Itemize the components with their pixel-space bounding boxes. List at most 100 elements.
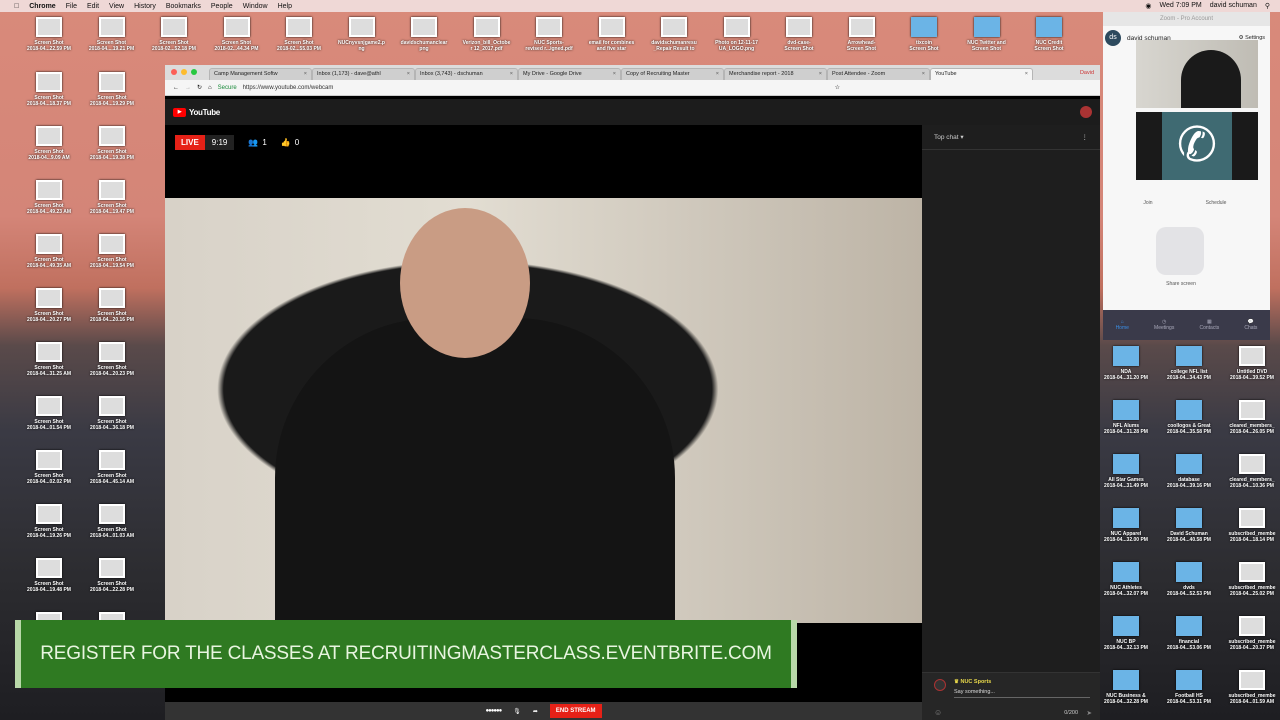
end-stream-button[interactable]: END STREAM bbox=[549, 704, 602, 718]
desktop-icon[interactable]: Screen Shot 2018-04...19.38 PM bbox=[81, 126, 143, 161]
zoom-nav-meetings[interactable]: ◷ Meetings bbox=[1154, 319, 1174, 331]
desktop-icon[interactable]: subscribed_membe 2018-04...25.02 PM bbox=[1221, 562, 1280, 597]
desktop-icon[interactable]: database 2018-04...39.16 PM bbox=[1158, 454, 1220, 489]
desktop-icon[interactable]: davidschumanresu _Repair Result to bbox=[643, 17, 705, 52]
desktop-icon[interactable]: Screen Shot 2018-04...19.48 PM bbox=[18, 558, 80, 593]
more-options-icon[interactable]: ⋮ bbox=[1082, 133, 1089, 141]
desktop-icon[interactable]: Screen Shot 2018-04...22.28 PM bbox=[81, 558, 143, 593]
close-tab-icon[interactable]: × bbox=[716, 71, 719, 78]
desktop-icon[interactable]: financial 2018-04...53.06 PM bbox=[1158, 616, 1220, 651]
zoom-share-screen-button[interactable]: Share screen bbox=[1156, 227, 1206, 287]
emoji-icon[interactable]: ☺ bbox=[934, 708, 942, 717]
zoom-nav-home[interactable]: ⌂ Home bbox=[1116, 319, 1129, 331]
desktop-icon[interactable]: NUC Apparel 2018-04...32.00 PM bbox=[1095, 508, 1157, 543]
desktop-icon[interactable]: Screen Shot 2018-04...01.54 PM bbox=[18, 396, 80, 431]
zoom-join-button[interactable]: Join bbox=[1123, 200, 1173, 206]
desktop-icon[interactable]: Photo on 12-11-17 UA_LOGO.png bbox=[706, 17, 768, 52]
bookmark-star-icon[interactable]: ☆ bbox=[835, 84, 840, 91]
desktop-icon[interactable]: tixcoin Screen Shot bbox=[893, 17, 955, 52]
desktop-icon[interactable]: Screen Shot 2018-04...49.23 AM bbox=[18, 180, 80, 215]
menu-history[interactable]: History bbox=[134, 3, 156, 10]
zoom-nav-chats[interactable]: 💬 Chats bbox=[1244, 319, 1257, 331]
menu-clock[interactable]: Wed 7:09 PM bbox=[1159, 2, 1201, 10]
desktop-icon[interactable]: Screen Shot 2018-04...45.14 AM bbox=[81, 450, 143, 485]
menu-edit[interactable]: Edit bbox=[87, 3, 99, 10]
browser-tab[interactable]: My Drive - Google Drive × bbox=[518, 68, 621, 80]
desktop-icon[interactable]: Screen Shot 2018-02...55.03 PM bbox=[268, 17, 330, 52]
url-input[interactable]: https://www.youtube.com/webcam bbox=[243, 85, 829, 91]
desktop-icon[interactable]: Screen Shot 2018-04...20.16 PM bbox=[81, 288, 143, 323]
profile-button[interactable]: David bbox=[1080, 70, 1094, 76]
microphone-icon[interactable]: 🎙 bbox=[513, 708, 521, 715]
close-tab-icon[interactable]: × bbox=[819, 71, 822, 78]
menu-file[interactable]: File bbox=[66, 3, 77, 10]
desktop-icon[interactable]: NUC BP 2018-04...32.13 PM bbox=[1095, 616, 1157, 651]
desktop-icon[interactable]: Screen Shot 2018-04...19.54 PM bbox=[81, 234, 143, 269]
close-tab-icon[interactable]: × bbox=[510, 71, 513, 78]
desktop-icon[interactable]: coollogos & Great 2018-04...35.58 PM bbox=[1158, 400, 1220, 435]
desktop-icon[interactable]: Screen Shot 2018-02...52.18 PM bbox=[143, 17, 205, 52]
desktop-icon[interactable]: All Star Games 2018-04...31.49 PM bbox=[1095, 454, 1157, 489]
desktop-icon[interactable]: Screen Shot 2018-04...19.26 PM bbox=[18, 504, 80, 539]
wifi-icon[interactable]: ◉ bbox=[1145, 2, 1151, 10]
desktop-icon[interactable]: NUC Athletes 2018-04...32.07 PM bbox=[1095, 562, 1157, 597]
menu-people[interactable]: People bbox=[211, 3, 233, 10]
desktop-icon[interactable]: Screen Shot 2018-04...19.29 PM bbox=[81, 72, 143, 107]
back-icon[interactable]: ← bbox=[173, 85, 179, 91]
apple-icon[interactable]:  bbox=[14, 3, 19, 10]
desktop-icon[interactable]: NUCnyvsnjgame2.p ng bbox=[331, 17, 393, 52]
browser-tab[interactable]: Merchandise report - 2018 × bbox=[724, 68, 827, 80]
desktop-icon[interactable]: Verizon_bill_Octobe r 12_2017.pdf bbox=[456, 17, 518, 52]
chat-mode-dropdown[interactable]: Top chat ▾ bbox=[934, 133, 964, 141]
desktop-icon[interactable]: NUC Sports-revised r...igned.pdf bbox=[518, 17, 580, 52]
desktop-icon[interactable]: davidschumanclear png bbox=[393, 17, 455, 52]
close-tab-icon[interactable]: × bbox=[922, 71, 925, 78]
desktop-icon[interactable]: Screen Shot 2018-04...02.02 PM bbox=[18, 450, 80, 485]
desktop-icon[interactable]: NUC Business & 2018-04...32.28 PM bbox=[1095, 670, 1157, 705]
desktop-icon[interactable]: Screen Shot 2018-04...49.35 AM bbox=[18, 234, 80, 269]
forward-icon[interactable]: → bbox=[185, 85, 191, 91]
account-avatar[interactable] bbox=[1080, 106, 1092, 118]
desktop-icon[interactable]: Untitled DVD 2018-04...39.52 PM bbox=[1221, 346, 1280, 381]
reload-icon[interactable]: ↻ bbox=[197, 84, 202, 91]
browser-tab[interactable]: Post Attendee - Zoom × bbox=[827, 68, 930, 80]
desktop-icon[interactable]: Screen Shot 2018-04....19.21 PM bbox=[81, 17, 143, 52]
desktop-icon[interactable]: Screen Shot 2018-04...01.03 AM bbox=[81, 504, 143, 539]
desktop-icon[interactable]: subscribed_membe 2018-04...01.59 AM bbox=[1221, 670, 1280, 705]
close-window-button[interactable] bbox=[171, 69, 177, 75]
close-tab-icon[interactable]: × bbox=[1025, 71, 1028, 78]
desktop-icon[interactable]: subscribed_membe 2018-04...18.14 PM bbox=[1221, 508, 1280, 543]
menu-app-name[interactable]: Chrome bbox=[29, 3, 55, 10]
menu-bookmarks[interactable]: Bookmarks bbox=[166, 3, 201, 10]
zoom-nav-contacts[interactable]: ▦ Contacts bbox=[1199, 319, 1219, 331]
home-icon[interactable]: ⌂ bbox=[208, 85, 212, 91]
menu-window[interactable]: Window bbox=[243, 3, 268, 10]
desktop-icon[interactable]: NFL Alums 2018-04...31.28 PM bbox=[1095, 400, 1157, 435]
menu-view[interactable]: View bbox=[109, 3, 124, 10]
browser-tab[interactable]: Inbox (1,173) - dave@athl × bbox=[312, 68, 415, 80]
desktop-icon[interactable]: Arrowhead- Screen Shot bbox=[831, 17, 893, 52]
desktop-icon[interactable]: Screen Shot 2018-04...20.27 PM bbox=[18, 288, 80, 323]
desktop-icon[interactable]: Screen Shot 2018-02...44.34 PM bbox=[206, 17, 268, 52]
desktop-icon[interactable]: Football HS 2018-04...53.31 PM bbox=[1158, 670, 1220, 705]
desktop-icon[interactable]: college NFL list 2018-04...34.43 PM bbox=[1158, 346, 1220, 381]
minimize-window-button[interactable] bbox=[181, 69, 187, 75]
spotlight-icon[interactable]: ⚲ bbox=[1265, 2, 1270, 10]
close-tab-icon[interactable]: × bbox=[407, 71, 410, 78]
browser-tab[interactable]: Copy of Recruiting Master × bbox=[621, 68, 724, 80]
desktop-icon[interactable]: Screen Shot 2018-04...22.59 PM bbox=[18, 17, 80, 52]
desktop-icon[interactable]: Screen Shot 2018-04...20.23 PM bbox=[81, 342, 143, 377]
desktop-icon[interactable]: Screen Shot 2018-04...31.25 AM bbox=[18, 342, 80, 377]
desktop-icon[interactable]: dvd-case- Screen Shot bbox=[768, 17, 830, 52]
desktop-icon[interactable]: Screen Shot 2018-04...18.37 PM bbox=[18, 72, 80, 107]
webcam-video[interactable] bbox=[165, 198, 922, 623]
browser-tab[interactable]: YouTube × bbox=[930, 68, 1033, 80]
youtube-logo-icon[interactable]: ▶ bbox=[173, 107, 186, 117]
desktop-icon[interactable]: subscribed_membe 2018-04...20.37 PM bbox=[1221, 616, 1280, 651]
desktop-icon[interactable]: NUC Twitter and Screen Shot bbox=[956, 17, 1018, 52]
chat-input[interactable]: Say something... bbox=[954, 689, 1090, 698]
close-tab-icon[interactable]: × bbox=[304, 71, 307, 78]
menu-help[interactable]: Help bbox=[278, 3, 292, 10]
desktop-icon[interactable]: cleared_members_ 2018-04...26.05 PM bbox=[1221, 400, 1280, 435]
desktop-icon[interactable]: dvds 2018-04...52.53 PM bbox=[1158, 562, 1220, 597]
